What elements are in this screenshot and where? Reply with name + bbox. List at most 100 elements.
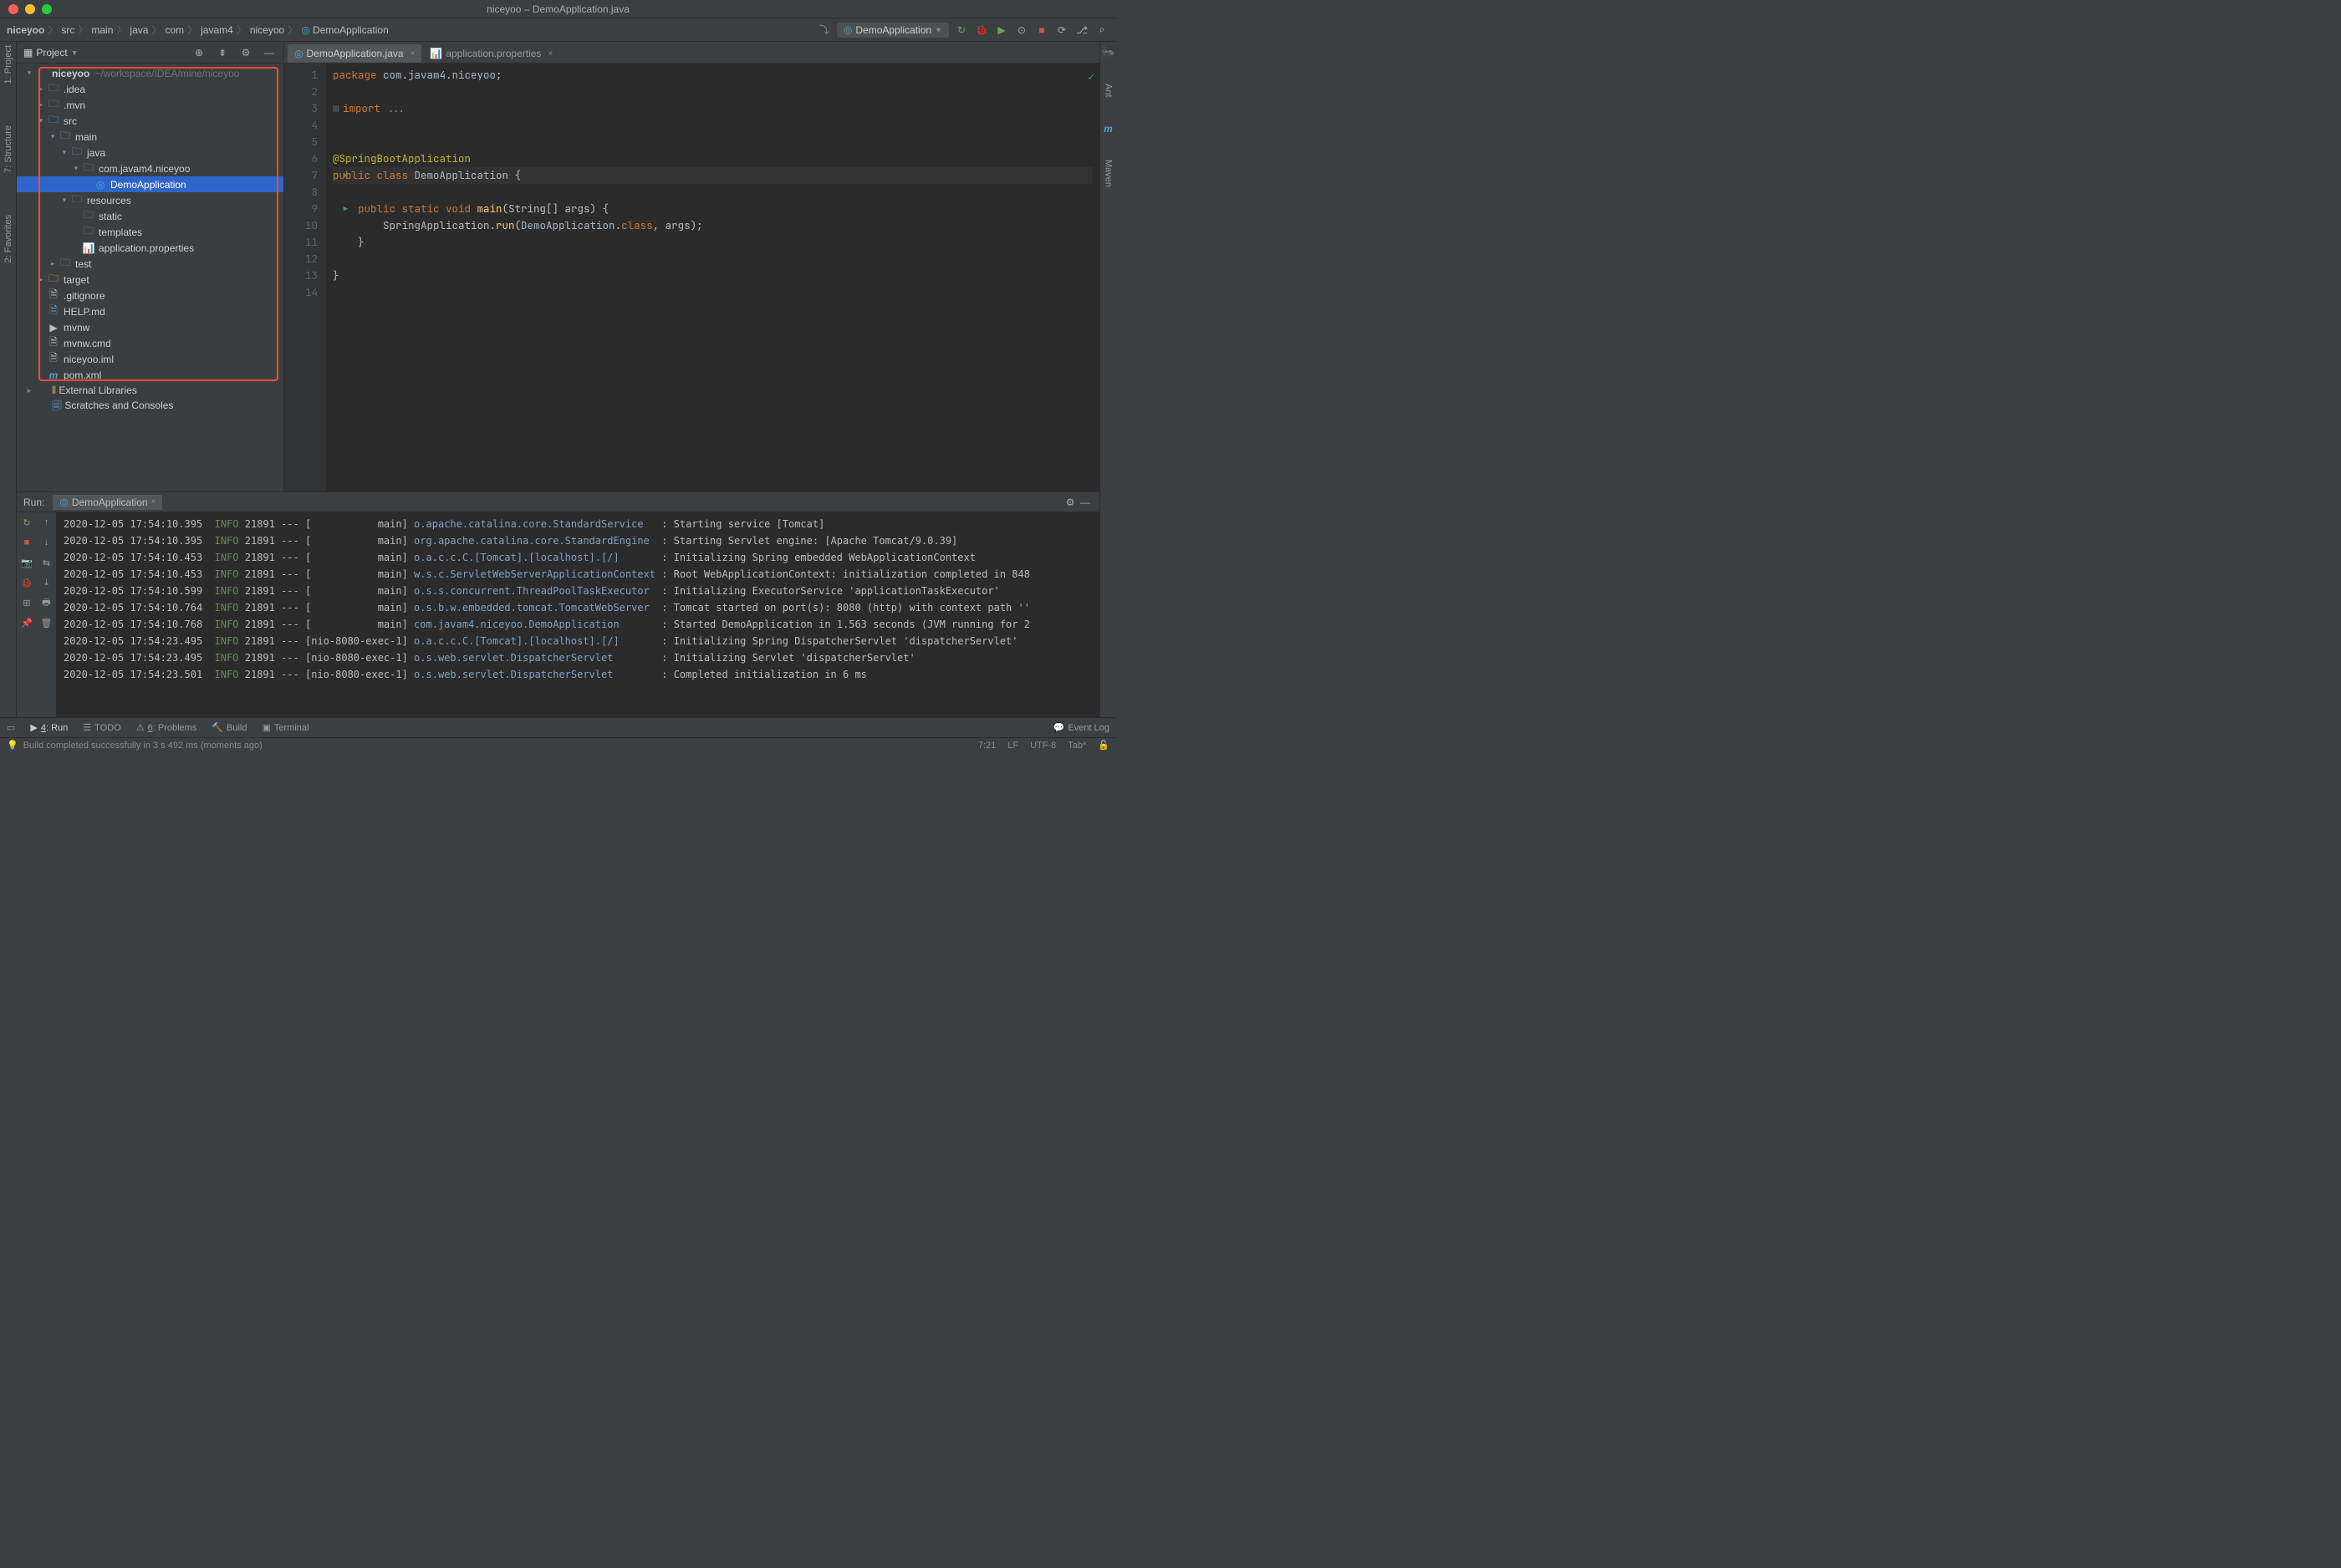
tool-window-ant[interactable]: Ant bbox=[1104, 84, 1114, 98]
code-area[interactable]: ✓ 1234567▶89▶1011121314 package com.java… bbox=[284, 64, 1099, 491]
bottom-tab[interactable]: ☰TODO bbox=[83, 722, 120, 733]
breadcrumb-item[interactable]: src bbox=[61, 24, 74, 36]
breadcrumb-item[interactable]: main bbox=[91, 24, 113, 36]
tool-window-favorites[interactable]: 2: Favorites bbox=[3, 215, 13, 262]
tree-node[interactable]: 🗎.gitignore bbox=[17, 288, 283, 303]
hide-icon[interactable]: — bbox=[262, 45, 277, 60]
tree-node[interactable]: ▾🗀src bbox=[17, 113, 283, 129]
tips-icon[interactable]: 💡 bbox=[7, 740, 18, 751]
breadcrumb-item[interactable]: ◎ DemoApplication bbox=[301, 24, 389, 36]
gear-icon[interactable]: ⚙ bbox=[238, 45, 253, 60]
tree-node[interactable]: 📊application.properties bbox=[17, 240, 283, 256]
editor-tab[interactable]: 📊application.properties× bbox=[423, 44, 559, 63]
tree-node[interactable]: 🗀static bbox=[17, 208, 283, 224]
tree-node[interactable]: ▾🗀com.javam4.niceyoo bbox=[17, 160, 283, 176]
debug-icon[interactable]: 🐞 bbox=[974, 23, 989, 38]
print-icon[interactable]: 🖶 bbox=[40, 596, 54, 609]
tree-node[interactable]: ▾niceyoo~/workspace/IDEA/mine/niceyoo bbox=[17, 65, 283, 81]
vcs-icon[interactable]: ⎇ bbox=[1074, 23, 1089, 38]
rerun-icon[interactable]: ↻ bbox=[20, 516, 33, 529]
tool-window-project[interactable]: 1: Project bbox=[3, 45, 13, 84]
bottom-tab[interactable]: ▣Terminal bbox=[263, 722, 309, 733]
tree-node[interactable]: 🗎HELP.md bbox=[17, 303, 283, 319]
tree-node[interactable]: ▾🗀resources bbox=[17, 192, 283, 208]
quick-access-icon[interactable]: ▭ bbox=[7, 722, 15, 733]
layout-icon[interactable]: ⊞ bbox=[20, 596, 33, 609]
stop-icon[interactable]: ■ bbox=[20, 536, 33, 549]
event-log[interactable]: 💬Event Log bbox=[1053, 722, 1109, 733]
collapse-icon[interactable]: ⇟ bbox=[215, 45, 230, 60]
tool-window-maven[interactable]: Maven bbox=[1104, 160, 1114, 187]
maximize-icon[interactable] bbox=[42, 4, 52, 14]
clear-icon[interactable]: 🗑 bbox=[40, 616, 54, 629]
tree-node[interactable]: ◎DemoApplication bbox=[17, 176, 283, 192]
up-icon[interactable]: ↑ bbox=[40, 516, 54, 529]
tree-node[interactable]: 🗎mvnw.cmd bbox=[17, 335, 283, 351]
tree-node[interactable]: ▾🗀main bbox=[17, 129, 283, 145]
run-gutter-icon[interactable]: ▶ bbox=[344, 167, 348, 184]
bottom-tab[interactable]: 🔨Build bbox=[212, 722, 247, 733]
stop-icon[interactable]: ■ bbox=[1034, 23, 1049, 38]
search-icon[interactable]: ⌕ bbox=[1094, 23, 1109, 38]
editor-tab[interactable]: ◎DemoApplication.java× bbox=[288, 44, 421, 63]
tree-node[interactable]: 🗀templates bbox=[17, 224, 283, 240]
tree-node[interactable]: ▸🗀target bbox=[17, 272, 283, 288]
breadcrumb-item[interactable]: com bbox=[165, 24, 184, 36]
build-icon[interactable]: ⤵ bbox=[817, 23, 832, 38]
tree-node[interactable]: ▾🗀java bbox=[17, 145, 283, 160]
tree-node[interactable]: 🗎niceyoo.iml bbox=[17, 351, 283, 367]
tool-window-structure[interactable]: 7: Structure bbox=[3, 125, 13, 173]
breadcrumb-item[interactable]: niceyoo bbox=[7, 24, 44, 36]
window-controls bbox=[0, 4, 52, 14]
hide-icon[interactable]: — bbox=[1078, 495, 1093, 510]
indent[interactable]: Tab* bbox=[1068, 741, 1086, 751]
tree-node[interactable]: ▶mvnw bbox=[17, 319, 283, 335]
main: 1: Project 7: Structure 2: Favorites ▦ P… bbox=[0, 42, 1116, 717]
tree-node[interactable]: ▸🗀.idea bbox=[17, 81, 283, 97]
dump-icon[interactable]: 📷 bbox=[20, 556, 33, 569]
scroll-icon[interactable]: ⤓ bbox=[40, 576, 54, 589]
window-title: niceyoo – DemoApplication.java bbox=[487, 3, 630, 15]
run-tab[interactable]: ◎ DemoApplication × bbox=[53, 495, 162, 510]
wrap-icon[interactable]: ⇆ bbox=[40, 556, 54, 569]
down-icon[interactable]: ↓ bbox=[40, 536, 54, 549]
breadcrumb-item[interactable]: java bbox=[130, 24, 148, 36]
tree-node[interactable]: ▸🗀.mvn bbox=[17, 97, 283, 113]
run-gutter-icon[interactable]: ▶ bbox=[344, 201, 348, 217]
pin-icon[interactable]: 📌 bbox=[20, 616, 33, 629]
bottom-tab[interactable]: ⚠6: Problems bbox=[136, 722, 197, 733]
run-config-select[interactable]: ◎ DemoApplication ▼ bbox=[837, 23, 949, 38]
file-encoding[interactable]: UTF-8 bbox=[1030, 741, 1056, 751]
coverage-icon[interactable]: ▶ bbox=[994, 23, 1009, 38]
upper-split: ▦ Project ▼ ⊕ ⇟ ⚙ — ▾niceyoo~/workspace/… bbox=[17, 42, 1099, 491]
bottom-tab[interactable]: ▶4: Run bbox=[30, 722, 68, 733]
tree-node[interactable]: mpom.xml bbox=[17, 367, 283, 383]
profile-icon[interactable]: ⊙ bbox=[1014, 23, 1029, 38]
close-icon[interactable]: × bbox=[411, 49, 416, 59]
breadcrumb-item[interactable]: javam4 bbox=[201, 24, 233, 36]
console-output[interactable]: 2020-12-05 17:54:10.395 INFO 21891 --- [… bbox=[57, 512, 1099, 717]
run-icon[interactable]: ↻ bbox=[954, 23, 969, 38]
close-icon[interactable]: × bbox=[548, 49, 553, 59]
locate-icon[interactable]: ⊕ bbox=[191, 45, 207, 60]
tree-node[interactable]: ▸🗀test bbox=[17, 256, 283, 272]
line-separator[interactable]: LF bbox=[1007, 741, 1018, 751]
maven-icon[interactable]: m bbox=[1104, 123, 1113, 135]
titlebar: niceyoo – DemoApplication.java bbox=[0, 0, 1116, 18]
project-header: ▦ Project ▼ ⊕ ⇟ ⚙ — bbox=[17, 42, 283, 64]
caret-position[interactable]: 7:21 bbox=[978, 741, 996, 751]
inspection-ok-icon[interactable]: ✓ bbox=[1088, 69, 1094, 85]
code[interactable]: package com.javam4.niceyoo;⊞import ...@S… bbox=[326, 64, 1099, 491]
update-icon[interactable]: ⟳ bbox=[1054, 23, 1069, 38]
minimize-icon[interactable] bbox=[25, 4, 35, 14]
close-icon[interactable] bbox=[8, 4, 18, 14]
ant-icon[interactable]: 🐜 bbox=[1101, 45, 1114, 59]
project-view-select[interactable]: ▦ Project ▼ bbox=[23, 47, 191, 59]
tree-node[interactable]: ▸⫴ External Libraries bbox=[17, 383, 283, 399]
exit-icon[interactable]: 🐞 bbox=[20, 576, 33, 589]
lock-icon[interactable]: 🔓 bbox=[1098, 740, 1109, 751]
breadcrumb-item[interactable]: niceyoo bbox=[250, 24, 284, 36]
project-tree[interactable]: ▾niceyoo~/workspace/IDEA/mine/niceyoo▸🗀.… bbox=[17, 64, 283, 491]
gear-icon[interactable]: ⚙ bbox=[1063, 495, 1078, 510]
tree-node[interactable]: 🗐 Scratches and Consoles bbox=[17, 399, 283, 415]
